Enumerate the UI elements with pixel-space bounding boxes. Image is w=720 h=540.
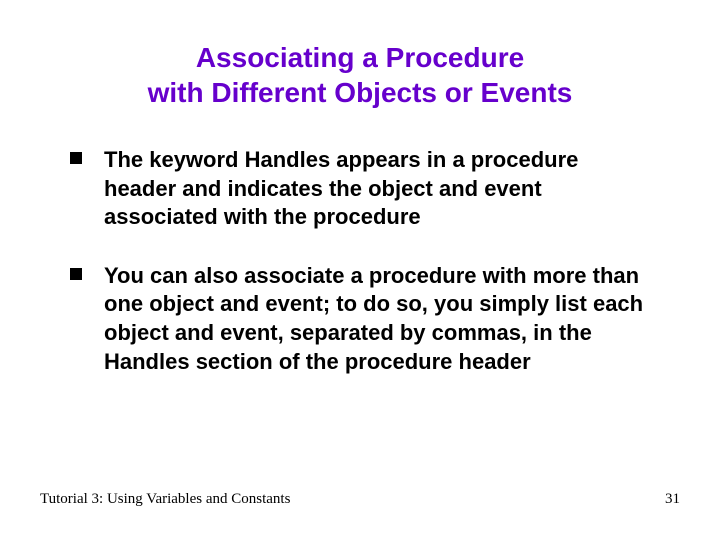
slide: Associating a Procedure with Different O…	[0, 0, 720, 540]
list-item: The keyword Handles appears in a procedu…	[70, 146, 650, 232]
bullet-text: You can also associate a procedure with …	[104, 263, 643, 374]
slide-footer: Tutorial 3: Using Variables and Constant…	[40, 491, 680, 508]
title-line-2: with Different Objects or Events	[148, 77, 573, 108]
square-bullet-icon	[70, 268, 82, 280]
bullet-text: The keyword Handles appears in a procedu…	[104, 147, 578, 229]
slide-title: Associating a Procedure with Different O…	[40, 40, 680, 110]
bullet-list: The keyword Handles appears in a procedu…	[40, 146, 680, 376]
page-number: 31	[665, 491, 680, 508]
title-line-1: Associating a Procedure	[196, 42, 524, 73]
square-bullet-icon	[70, 152, 82, 164]
list-item: You can also associate a procedure with …	[70, 262, 650, 376]
footer-left-text: Tutorial 3: Using Variables and Constant…	[40, 491, 290, 508]
